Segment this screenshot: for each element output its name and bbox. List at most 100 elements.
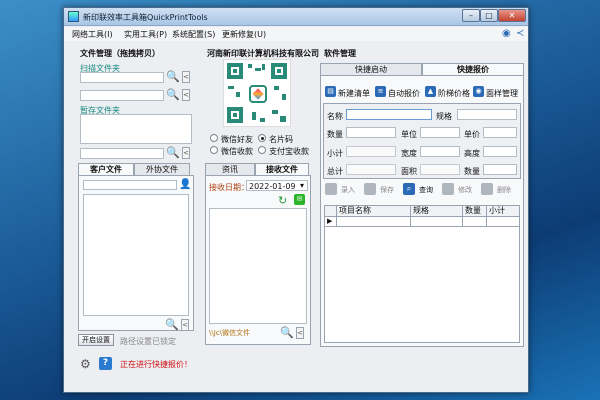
back-arrow-icon[interactable]: ≺ [516, 28, 524, 39]
qty-input[interactable] [346, 127, 396, 138]
search-icon[interactable]: 🔍 [166, 88, 180, 101]
qty-label: 数量 [327, 130, 343, 139]
title-bar: 新印联效率工具箱QuickPrintTools – □ ✕ [64, 8, 528, 26]
save-icon[interactable] [364, 183, 376, 195]
subtotal-field [346, 146, 396, 157]
qty2-label: 数量 [464, 167, 480, 176]
radio-wechat-friend[interactable] [210, 134, 218, 142]
grid-header-spec[interactable]: 规格 [411, 206, 463, 217]
main-window: 新印联效率工具箱QuickPrintTools – □ ✕ 网络工具(I) 实用… [63, 7, 529, 393]
enter-icon[interactable] [325, 183, 337, 195]
radio-card-code-label: 名片码 [269, 135, 293, 144]
width-input[interactable] [420, 146, 460, 157]
name-input[interactable] [346, 109, 432, 120]
search-icon[interactable]: 🔍 [166, 70, 180, 83]
delete-icon[interactable] [481, 183, 493, 195]
menu-system-config[interactable]: 系统配置(S) [172, 29, 215, 40]
minimize-button[interactable]: – [462, 9, 480, 22]
path-locked-label: 路径设置已锁定 [120, 337, 176, 346]
scan-arrow-button-2[interactable]: < [182, 89, 190, 101]
new-list-icon[interactable]: ▤ [325, 86, 336, 97]
grid-header-item-name[interactable]: 项目名称 [337, 206, 411, 217]
unit-price-input[interactable] [483, 127, 517, 138]
height-input[interactable] [483, 146, 517, 157]
qty2-input[interactable] [483, 164, 517, 175]
temp-folder-input[interactable] [80, 148, 164, 159]
receive-date-value: 2022-01-09 [249, 182, 296, 191]
gear-icon[interactable]: ⚙ [80, 357, 91, 371]
receive-date-picker[interactable]: 2022-01-09 ▾ [246, 180, 308, 191]
query-button[interactable]: 查询 [419, 185, 433, 195]
area-field [420, 164, 460, 175]
quote-items-grid[interactable]: 项目名称 规格 数量 小计 ▶ [324, 205, 520, 343]
save-button[interactable]: 保存 [380, 185, 394, 195]
unit-label: 单位 [401, 130, 417, 139]
sample-mgmt-icon[interactable]: ◉ [473, 86, 484, 97]
globe-icon[interactable]: ◉ [502, 28, 511, 39]
received-files-list[interactable] [209, 208, 307, 324]
software-mgmt-title: 软件管理 [324, 49, 356, 58]
temp-folder-box[interactable] [80, 114, 192, 144]
customer-arrow-button[interactable]: < [181, 319, 189, 331]
tier-price-icon[interactable]: ▲ [425, 86, 436, 97]
grid-header-qty[interactable]: 数量 [463, 206, 487, 217]
sample-mgmt-button[interactable]: 面样管理 [486, 88, 518, 99]
refresh-icon[interactable]: ↻ [278, 194, 287, 207]
modify-button[interactable]: 修改 [458, 185, 472, 195]
scan-arrow-button[interactable]: < [182, 71, 190, 83]
grid-row-header [325, 206, 337, 217]
close-button[interactable]: ✕ [498, 9, 526, 22]
query-icon[interactable]: ⌕ [403, 183, 415, 195]
grid-header-subtotal[interactable]: 小计 [487, 206, 519, 217]
unit-input[interactable] [420, 127, 460, 138]
subtotal-label: 小计 [327, 149, 343, 158]
search-icon[interactable]: 🔍 [165, 318, 179, 331]
receive-path-label: \\Jc\微信文件 [209, 329, 250, 337]
scan-folder-input-2[interactable] [80, 90, 164, 101]
menu-network-tools[interactable]: 网络工具(I) [72, 29, 113, 40]
maximize-button[interactable]: □ [480, 9, 498, 22]
height-label: 高度 [464, 149, 480, 158]
window-title: 新印联效率工具箱QuickPrintTools [83, 13, 208, 22]
spec-label: 规格 [436, 112, 452, 121]
auto-quote-icon[interactable]: ≡ [375, 86, 386, 97]
radio-alipay-label: 支付宝收款 [269, 147, 309, 156]
scan-folder-input[interactable] [80, 72, 164, 83]
customer-files-list[interactable] [83, 194, 189, 316]
receive-arrow-button[interactable]: < [296, 327, 304, 339]
delete-button[interactable]: 删除 [497, 185, 511, 195]
qr-code-image [223, 59, 291, 127]
wechat-icon[interactable]: ✉ [294, 194, 305, 205]
search-icon[interactable]: 🔍 [280, 326, 294, 339]
enable-settings-button[interactable]: 开启设置 [78, 334, 114, 346]
area-label: 面积 [401, 167, 417, 176]
menu-bar: 网络工具(I) 实用工具(P) 系统配置(S) 更新修复(U) ◉ ≺ [64, 27, 528, 41]
total-label: 总计 [327, 167, 343, 176]
chevron-down-icon[interactable]: ▾ [300, 181, 304, 190]
menu-utility-tools[interactable]: 实用工具(P) [124, 29, 167, 40]
temp-arrow-button[interactable]: < [182, 147, 190, 159]
radio-wechat-pay[interactable] [210, 146, 218, 154]
spec-input[interactable] [457, 109, 517, 120]
app-logo-icon [249, 85, 267, 103]
search-icon[interactable]: 🔍 [166, 146, 180, 159]
width-label: 宽度 [401, 149, 417, 158]
enter-button[interactable]: 录入 [341, 185, 355, 195]
customer-files-panel: 👤 🔍 < [78, 175, 194, 331]
radio-card-code[interactable] [258, 134, 266, 142]
name-label: 名称 [327, 112, 343, 121]
unit-price-label: 单价 [464, 130, 480, 139]
receive-date-label: 接收日期： [209, 183, 249, 192]
new-list-button[interactable]: 新建清单 [338, 88, 370, 99]
user-icon[interactable]: 👤 [179, 179, 191, 190]
radio-alipay[interactable] [258, 146, 266, 154]
help-icon[interactable]: ? [99, 357, 112, 370]
receive-files-panel: 接收日期： 2022-01-09 ▾ ↻ ✉ \\Jc\微信文件 🔍 < [205, 175, 311, 345]
tier-price-button[interactable]: 阶梯价格 [438, 88, 470, 99]
auto-quote-button[interactable]: 自动报价 [388, 88, 420, 99]
modify-icon[interactable] [442, 183, 454, 195]
customer-path-input[interactable] [83, 180, 177, 190]
status-text: 正在进行快捷报价！ [120, 360, 192, 369]
radio-wechat-friend-label: 微信好友 [221, 135, 253, 144]
menu-update-repair[interactable]: 更新修复(U) [222, 29, 266, 40]
